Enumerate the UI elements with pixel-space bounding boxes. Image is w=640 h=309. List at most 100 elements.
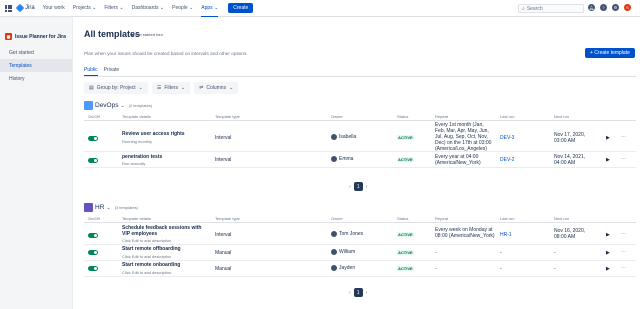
search-icon: ⌕ — [522, 5, 525, 12]
tab-private[interactable]: Private — [104, 67, 120, 76]
more-actions-icon[interactable]: ⋯ — [621, 156, 626, 162]
app-name: Issue Planner for Jira — [15, 33, 66, 40]
next-run: Nov 14, 2021, 04:00 AM — [554, 154, 586, 166]
tab-public[interactable]: Public — [84, 67, 98, 76]
col-last-run: Last run — [500, 216, 515, 221]
pagination-devops: ‹ 1 › — [349, 182, 367, 191]
group-devops: DevOps ⌄ (2 templates) On/Off Template d… — [84, 101, 636, 168]
owner: Jayden — [331, 265, 355, 271]
table-row[interactable]: Start remote offboarding Click Edit to a… — [84, 245, 636, 261]
on-off-toggle[interactable] — [88, 266, 98, 271]
sidebar-item-get-started[interactable]: Get started — [0, 46, 72, 59]
next-page-icon[interactable]: › — [366, 290, 368, 296]
jira-logo[interactable]: Jira — [15, 3, 35, 13]
more-actions-icon[interactable]: ⋯ — [621, 134, 626, 140]
columns-icon: ⇌ — [199, 85, 204, 91]
owner: William — [331, 249, 355, 255]
main-content: All templates ◀ Get started tour Plan wh… — [84, 17, 636, 309]
search-input[interactable]: ⌕ Search — [518, 4, 584, 13]
more-actions-icon[interactable]: ⋯ — [621, 265, 626, 271]
table-header: On/Off Template details Template type Ow… — [84, 113, 636, 121]
pagination-hr: ‹ 1 › — [349, 288, 367, 297]
owner: Isabella — [331, 134, 356, 140]
owner: Tom Jones — [331, 231, 363, 237]
status-badge: ACTIVE — [397, 250, 414, 255]
create-template-button[interactable]: + Create template — [585, 48, 635, 58]
template-subtitle: Click Edit to add description — [122, 238, 172, 243]
sidebar-item-templates[interactable]: Templates — [0, 59, 72, 72]
group-count: (2 templates) — [128, 103, 153, 108]
group-header: DevOps ⌄ (2 templates) — [84, 101, 636, 110]
more-actions-icon[interactable]: ⋯ — [621, 231, 626, 237]
on-off-toggle[interactable] — [88, 233, 98, 238]
col-template-details: Template details — [122, 114, 151, 119]
app-switcher-icon[interactable] — [5, 4, 12, 12]
chevron-down-icon[interactable]: ⌄ — [120, 103, 124, 109]
col-status: Status — [397, 114, 409, 119]
nav-people[interactable]: People ⌄ — [172, 5, 193, 11]
col-owner: Owner — [331, 114, 343, 119]
repeat-text: - — [435, 250, 437, 256]
get-started-tour-link[interactable]: ◀ Get started tour — [131, 32, 163, 37]
create-button[interactable]: Create — [228, 3, 254, 13]
on-off-toggle[interactable] — [88, 158, 98, 163]
last-run-link[interactable]: DEV-3 — [500, 135, 514, 141]
run-now-icon[interactable]: ▶ — [606, 157, 610, 163]
avatar — [331, 156, 337, 162]
sidebar-app-header: ▦ Issue Planner for Jira — [0, 17, 72, 46]
template-name[interactable]: Start remote onboarding — [122, 262, 210, 268]
run-now-icon[interactable]: ▶ — [606, 232, 610, 238]
template-name[interactable]: Start remote offboarding — [122, 246, 210, 252]
last-run-link[interactable]: DEV-2 — [500, 157, 514, 163]
page-number[interactable]: 1 — [353, 182, 363, 191]
table-row[interactable]: Schedule feedback sessions with VIP empl… — [84, 223, 636, 245]
search-placeholder: Search — [526, 5, 543, 12]
page-number[interactable]: 1 — [353, 288, 363, 297]
settings-icon[interactable]: ⚙ — [612, 4, 619, 11]
on-off-toggle[interactable] — [88, 250, 98, 255]
notifications-icon[interactable]: 🔔︎ — [588, 4, 595, 11]
group-by-button[interactable]: ▤ Group by: Project ⌄ — [84, 82, 148, 94]
prev-page-icon[interactable]: ‹ — [349, 184, 351, 190]
template-name[interactable]: Review user access rights — [122, 131, 210, 137]
more-actions-icon[interactable]: ⋯ — [621, 249, 626, 255]
sidebar-item-history[interactable]: History — [0, 72, 72, 85]
col-onoff: On/Off — [88, 114, 100, 119]
chevron-down-icon[interactable]: ⌄ — [106, 205, 110, 211]
nav-projects[interactable]: Projects ⌄ — [73, 5, 97, 11]
col-template-type: Template type — [215, 114, 240, 119]
run-now-icon[interactable]: ▶ — [606, 250, 610, 256]
nav-apps[interactable]: Apps ⌄ — [201, 0, 219, 17]
filters-button[interactable]: ☰ Filters ⌄ — [151, 82, 191, 94]
status-badge: ACTIVE — [397, 135, 414, 140]
table-row[interactable]: Start remote onboarding Click Edit to ad… — [84, 261, 636, 277]
last-run-link[interactable]: HR-1 — [500, 232, 512, 238]
on-off-toggle[interactable] — [88, 136, 98, 141]
group-name: HR — [95, 204, 105, 211]
columns-button[interactable]: ⇌ Columns ⌄ — [194, 82, 239, 94]
template-subtitle: Click Edit to add description — [122, 254, 172, 259]
table-row[interactable]: Review user access rights Running monthl… — [84, 121, 636, 152]
nav-your-work[interactable]: Your work — [43, 5, 65, 11]
help-icon[interactable]: ? — [600, 4, 607, 11]
table-row[interactable]: penetration tests Run annually Interval … — [84, 152, 636, 168]
template-name[interactable]: penetration tests — [122, 154, 210, 160]
tabs-divider — [84, 76, 636, 77]
template-subtitle: Run annually — [122, 161, 146, 166]
next-run: Nov 17, 2020, 03:00 AM — [554, 132, 586, 144]
next-page-icon[interactable]: › — [366, 184, 368, 190]
filter-icon: ☰ — [156, 85, 162, 91]
sidebar: ▦ Issue Planner for Jira Get started Tem… — [0, 17, 73, 309]
user-avatar[interactable]: S — [624, 4, 631, 11]
group-hr: HR ⌄ (3 templates) On/Off Template detai… — [84, 203, 636, 277]
page-description: Plan when your issues should be created … — [84, 51, 248, 56]
template-name[interactable]: Schedule feedback sessions with VIP empl… — [122, 225, 210, 237]
table-header: On/Off Template details Template type Ow… — [84, 215, 636, 223]
topnav-actions: 🔔︎ ? ⚙ S — [588, 4, 631, 11]
prev-page-icon[interactable]: ‹ — [349, 290, 351, 296]
run-now-icon[interactable]: ▶ — [606, 266, 610, 272]
nav-dashboards[interactable]: Dashboards ⌄ — [132, 5, 165, 11]
nav-filters[interactable]: Filters ⌄ — [104, 5, 123, 11]
template-type: Interval — [215, 135, 232, 141]
run-now-icon[interactable]: ▶ — [606, 135, 610, 141]
